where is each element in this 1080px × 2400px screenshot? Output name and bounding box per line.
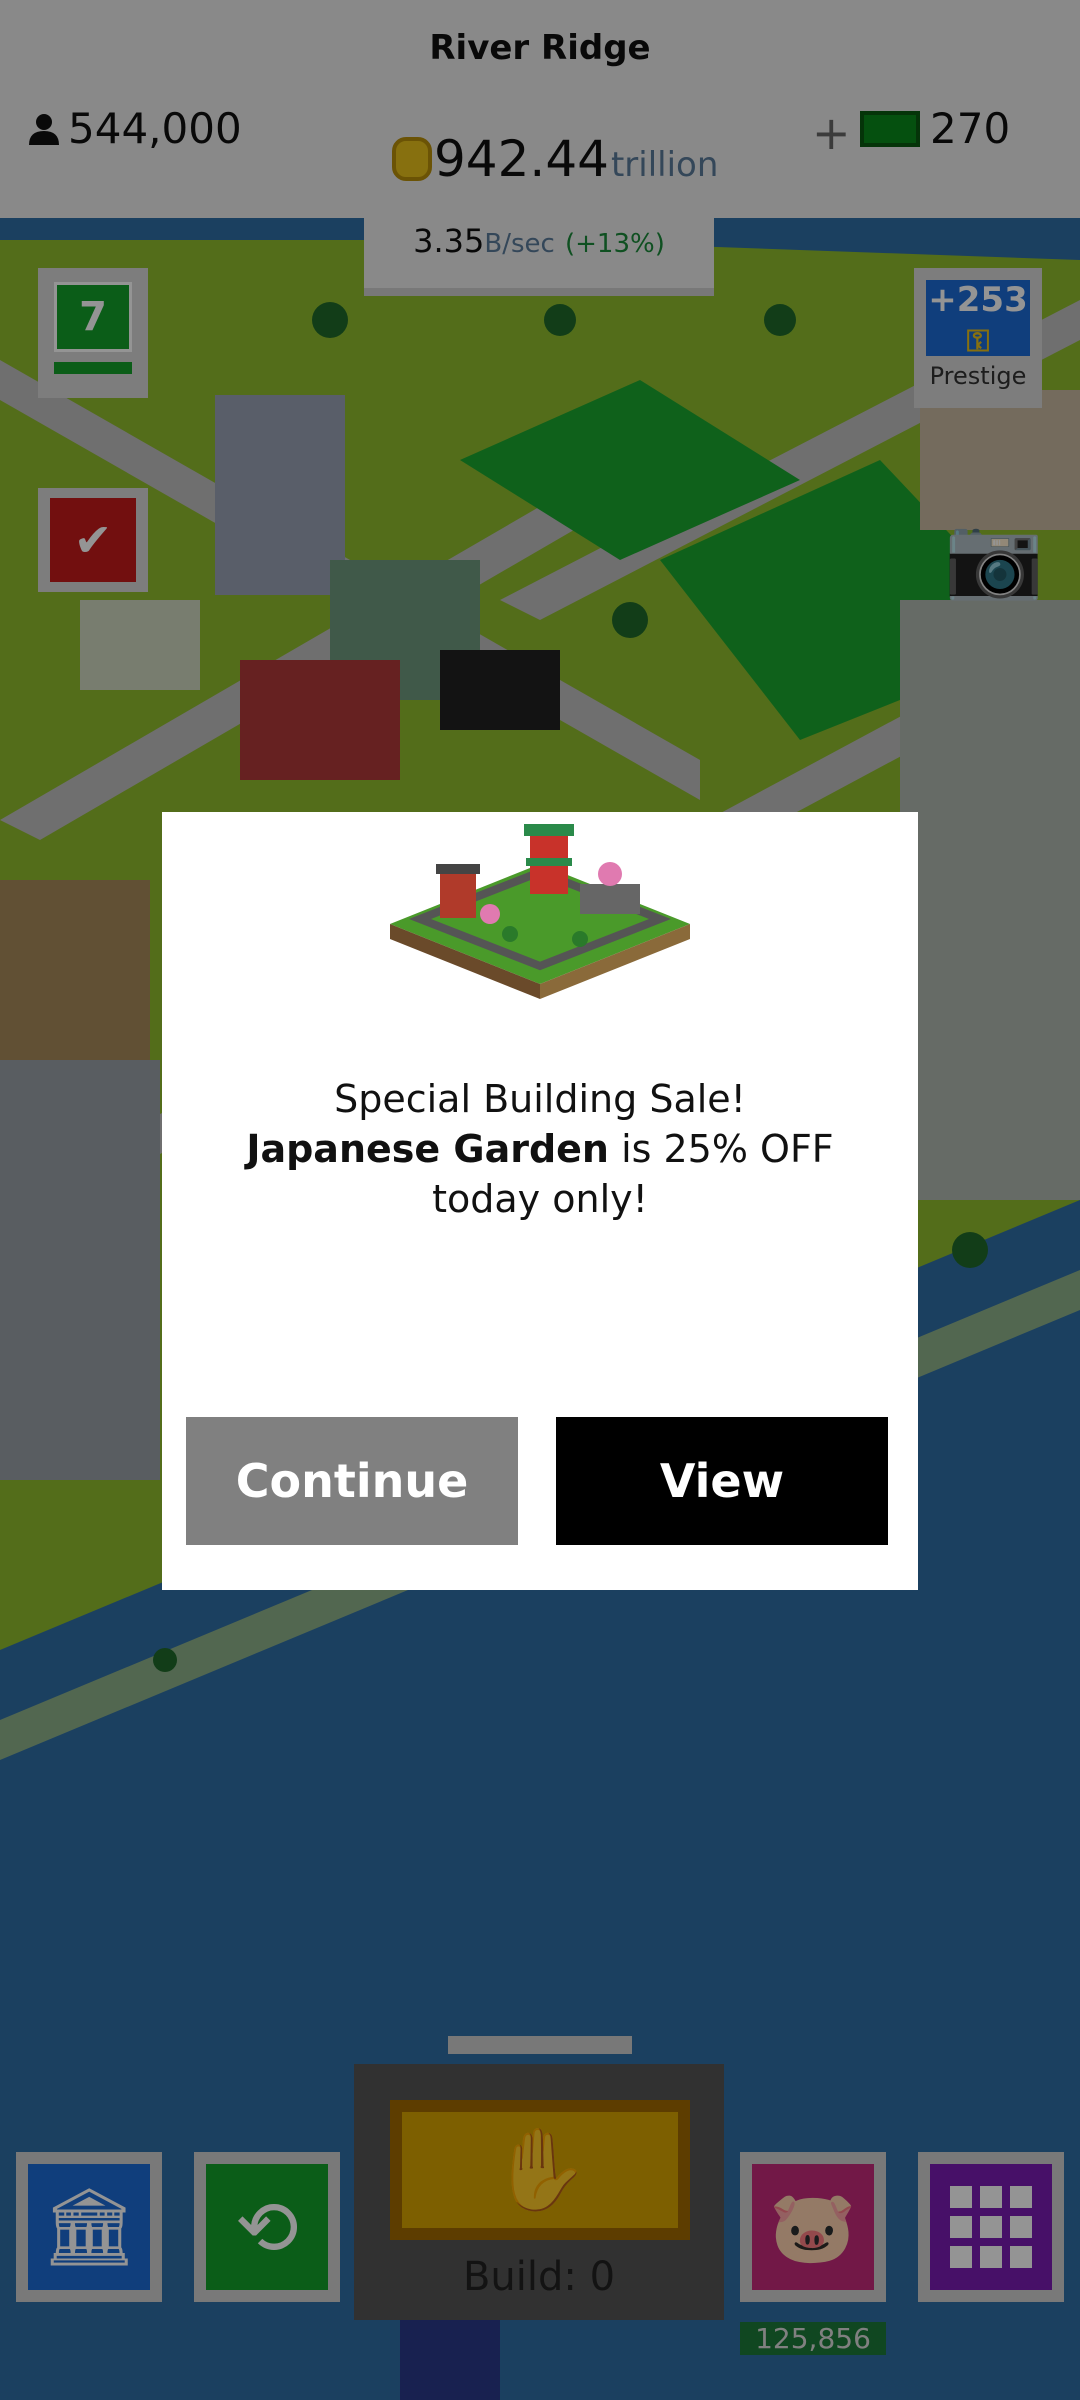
japanese-garden-image [390,824,690,999]
sale-dialog: Special Building Sale! Japanese Garden i… [162,812,918,1590]
sale-message: Special Building Sale! Japanese Garden i… [202,1074,878,1224]
sale-headline: Special Building Sale! [334,1077,746,1121]
sale-building-name: Japanese Garden [246,1127,609,1171]
view-button[interactable]: View [556,1417,888,1545]
continue-button[interactable]: Continue [186,1417,518,1545]
